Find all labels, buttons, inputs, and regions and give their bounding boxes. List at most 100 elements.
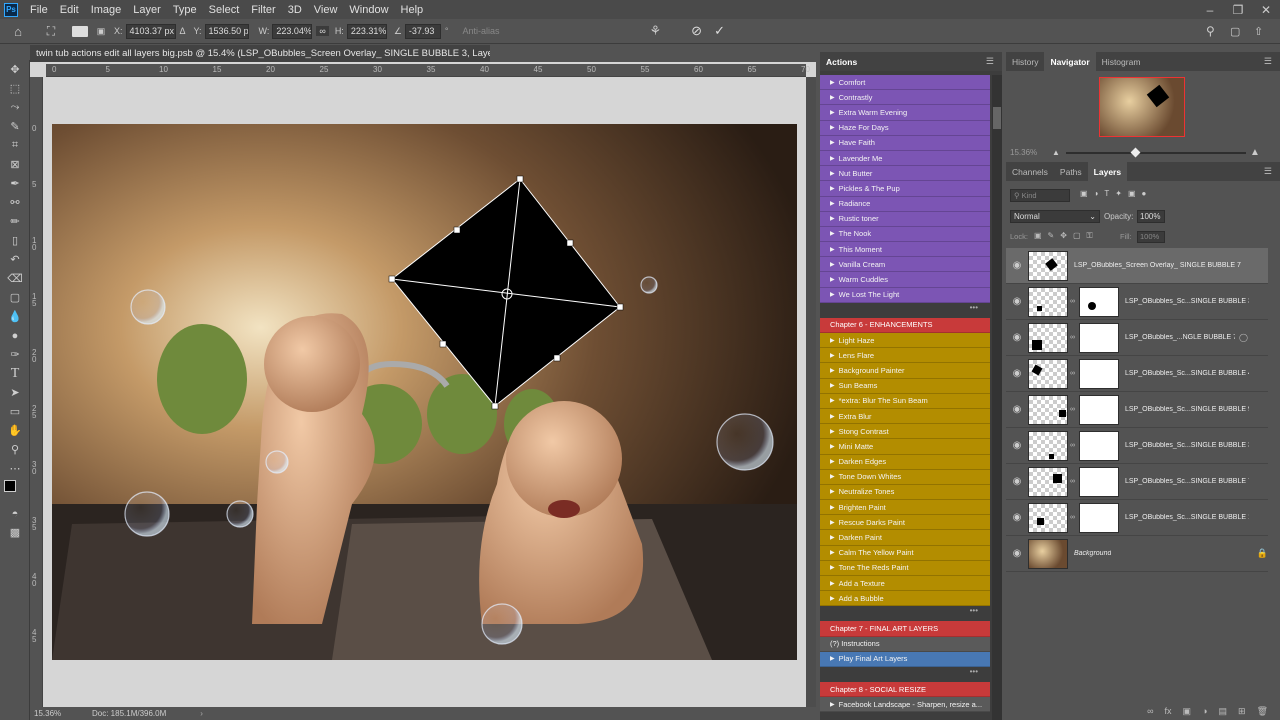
action-item[interactable]: ▶ Brighten Paint bbox=[820, 500, 990, 516]
new-layer-icon[interactable]: ⊞ bbox=[1238, 706, 1246, 717]
action-item[interactable]: ▶ Lens Flare bbox=[820, 348, 990, 364]
action-item[interactable]: ▶ Light Haze bbox=[820, 333, 990, 349]
layer-row[interactable]: ◉ ∞ LSP_OBubbles_Sc...SINGLE BUBBLE 7 bbox=[1006, 464, 1268, 500]
eye-icon[interactable]: ◉ bbox=[1006, 332, 1028, 343]
action-item[interactable]: ▶ Rustic toner bbox=[820, 211, 990, 227]
action-item[interactable]: ▶ Stong Contrast bbox=[820, 424, 990, 440]
expand-triangle-icon[interactable]: ▶ bbox=[830, 200, 835, 207]
eye-icon[interactable]: ◉ bbox=[1006, 476, 1028, 487]
expand-triangle-icon[interactable]: ▶ bbox=[830, 397, 835, 404]
tab-history[interactable]: History bbox=[1006, 57, 1044, 67]
action-item[interactable]: ▶ Rescue Darks Paint bbox=[820, 515, 990, 531]
expand-triangle-icon[interactable]: ▶ bbox=[830, 337, 835, 344]
layer-style-icon[interactable]: ◯ bbox=[1239, 333, 1248, 342]
height-field[interactable]: 223.31% bbox=[346, 23, 387, 39]
action-item[interactable]: ▶ Extra Blur bbox=[820, 408, 990, 425]
action-item[interactable]: ▶ Darken Paint bbox=[820, 530, 990, 546]
expand-triangle-icon[interactable]: ▶ bbox=[830, 443, 835, 450]
tab-navigator[interactable]: Navigator bbox=[1044, 51, 1096, 72]
layer-row[interactable]: ◉ LSP_OBubbles_Screen Overlay_ SINGLE BU… bbox=[1006, 248, 1268, 284]
expand-triangle-icon[interactable]: ▶ bbox=[830, 519, 835, 526]
layer-name[interactable]: Background bbox=[1074, 550, 1111, 557]
zoom-slider-handle[interactable] bbox=[1130, 147, 1141, 158]
layer-mask-thumbnail[interactable] bbox=[1079, 286, 1119, 317]
expand-triangle-icon[interactable]: ▶ bbox=[830, 139, 835, 146]
expand-triangle-icon[interactable]: ▶ bbox=[830, 549, 835, 556]
tab-histogram[interactable]: Histogram bbox=[1096, 57, 1147, 67]
eye-icon[interactable]: ◉ bbox=[1006, 296, 1028, 307]
action-item[interactable]: ▶ Extra Warm Evening bbox=[820, 105, 990, 121]
frame-tool-icon[interactable]: ⊠ bbox=[0, 155, 30, 174]
type-tool-icon[interactable]: T bbox=[0, 364, 30, 383]
action-item[interactable]: ▶ Add a Texture bbox=[820, 576, 990, 592]
path-selection-tool-icon[interactable]: ➤ bbox=[0, 383, 30, 402]
expand-triangle-icon[interactable]: ▶ bbox=[830, 352, 835, 359]
shape-tool-icon[interactable]: ▭ bbox=[0, 402, 30, 421]
layer-mask-thumbnail[interactable] bbox=[1079, 394, 1119, 425]
action-item[interactable]: ▶ Darken Edges bbox=[820, 454, 990, 470]
vertical-scrollbar[interactable] bbox=[806, 77, 816, 707]
canvas-image[interactable] bbox=[52, 124, 797, 660]
layer-thumbnail[interactable] bbox=[1028, 430, 1068, 461]
dodge-tool-icon[interactable]: ● bbox=[0, 326, 30, 345]
action-item[interactable]: ▶ We Lost The Light bbox=[820, 287, 990, 303]
menu-filter[interactable]: Filter bbox=[245, 4, 281, 16]
menu-help[interactable]: Help bbox=[395, 4, 430, 16]
layer-name[interactable]: LSP_OBubbles_Screen Overlay_ SINGLE BUBB… bbox=[1074, 262, 1241, 269]
panel-menu-icon[interactable]: ☰ bbox=[986, 56, 994, 67]
expand-triangle-icon[interactable]: ▶ bbox=[830, 428, 835, 435]
link-icon[interactable]: ∞ bbox=[316, 26, 329, 36]
action-item[interactable]: ▶ Warm Cuddles bbox=[820, 272, 990, 288]
layer-thumbnail[interactable] bbox=[1028, 394, 1068, 425]
expand-triangle-icon[interactable]: ▶ bbox=[830, 79, 835, 86]
transform-tool-icon[interactable]: ⛶ bbox=[36, 24, 66, 39]
commit-transform-icon[interactable]: ✓ bbox=[714, 23, 725, 39]
expand-triangle-icon[interactable]: ▶ bbox=[830, 215, 835, 222]
cancel-transform-icon[interactable]: ⊘ bbox=[691, 23, 702, 39]
x-field[interactable]: 4103.37 px bbox=[125, 23, 176, 39]
zoom-in-icon[interactable]: ▲ bbox=[1250, 147, 1260, 158]
layer-row[interactable]: ◉ ∞ LSP_OBubbles_Sc...SINGLE BUBBLE 9 bbox=[1006, 392, 1268, 428]
action-item[interactable]: ▶ Vanilla Cream bbox=[820, 257, 990, 273]
eye-icon[interactable]: ◉ bbox=[1006, 368, 1028, 379]
layer-row[interactable]: ◉ ∞ LSP_OBubbles_Sc...SINGLE BUBBLE 1 bbox=[1006, 500, 1268, 536]
expand-triangle-icon[interactable]: ▶ bbox=[830, 382, 835, 389]
search-icon[interactable]: ⚲ bbox=[1206, 24, 1215, 38]
eraser-tool-icon[interactable]: ⌫ bbox=[0, 269, 30, 288]
action-item[interactable]: ▶ This Moment bbox=[820, 242, 990, 258]
layer-mask-thumbnail[interactable] bbox=[1079, 430, 1119, 461]
lasso-tool-icon[interactable]: ⤳ bbox=[0, 98, 30, 117]
action-item[interactable]: ▶ Tone Down Whites bbox=[820, 469, 990, 485]
restore-icon[interactable]: ❐ bbox=[1224, 0, 1252, 19]
actions-scrollbar[interactable] bbox=[992, 75, 1002, 720]
document-tab[interactable]: twin tub actions edit all layers big.psb… bbox=[30, 45, 490, 62]
tab-paths[interactable]: Paths bbox=[1054, 167, 1088, 177]
foreground-color[interactable] bbox=[4, 480, 16, 492]
action-item[interactable]: ▶ Lavender Me bbox=[820, 150, 990, 167]
eye-icon[interactable]: ◉ bbox=[1006, 440, 1028, 451]
navigator-preview[interactable] bbox=[1099, 77, 1185, 137]
expand-triangle-icon[interactable]: ▶ bbox=[830, 230, 835, 237]
action-item[interactable]: ▶ Haze For Days bbox=[820, 120, 990, 136]
tab-actions[interactable]: Actions bbox=[820, 57, 863, 67]
share-icon[interactable]: ⇧ bbox=[1254, 25, 1263, 38]
layer-row[interactable]: ◉ ∞ LSP_OBubbles_Sc...SINGLE BUBBLE 3 bbox=[1006, 284, 1268, 320]
layer-name[interactable]: LSP_OBubbles_Sc...SINGLE BUBBLE 3 bbox=[1125, 442, 1249, 449]
layer-thumbnail[interactable] bbox=[1028, 250, 1068, 281]
zoom-level[interactable]: 15.36% bbox=[34, 709, 90, 718]
action-item[interactable]: ▶ Radiance bbox=[820, 196, 990, 212]
layer-thumbnail[interactable] bbox=[1028, 502, 1068, 533]
action-item[interactable]: ▶ Comfort bbox=[820, 75, 990, 91]
y-field[interactable]: 1536.50 px bbox=[204, 23, 249, 39]
play-final-art-layers-action[interactable]: ▶ Play Final Art Layers bbox=[820, 651, 990, 667]
action-item[interactable]: ▶ Pickles & The Pup bbox=[820, 181, 990, 197]
status-menu-icon[interactable]: › bbox=[200, 709, 203, 718]
instructions-action[interactable]: (?) Instructions bbox=[820, 636, 990, 652]
action-item[interactable]: ▶ Nut Butter bbox=[820, 166, 990, 182]
menu-edit[interactable]: Edit bbox=[54, 4, 85, 16]
layer-name[interactable]: LSP_OBubbles_...NGLE BUBBLE 7 bbox=[1125, 334, 1235, 341]
layer-thumbnail[interactable] bbox=[1028, 466, 1068, 497]
expand-triangle-icon[interactable]: ▶ bbox=[830, 246, 835, 253]
link-layers-icon[interactable]: ∞ bbox=[1147, 706, 1153, 716]
action-item[interactable]: ▶ Have Faith bbox=[820, 135, 990, 151]
